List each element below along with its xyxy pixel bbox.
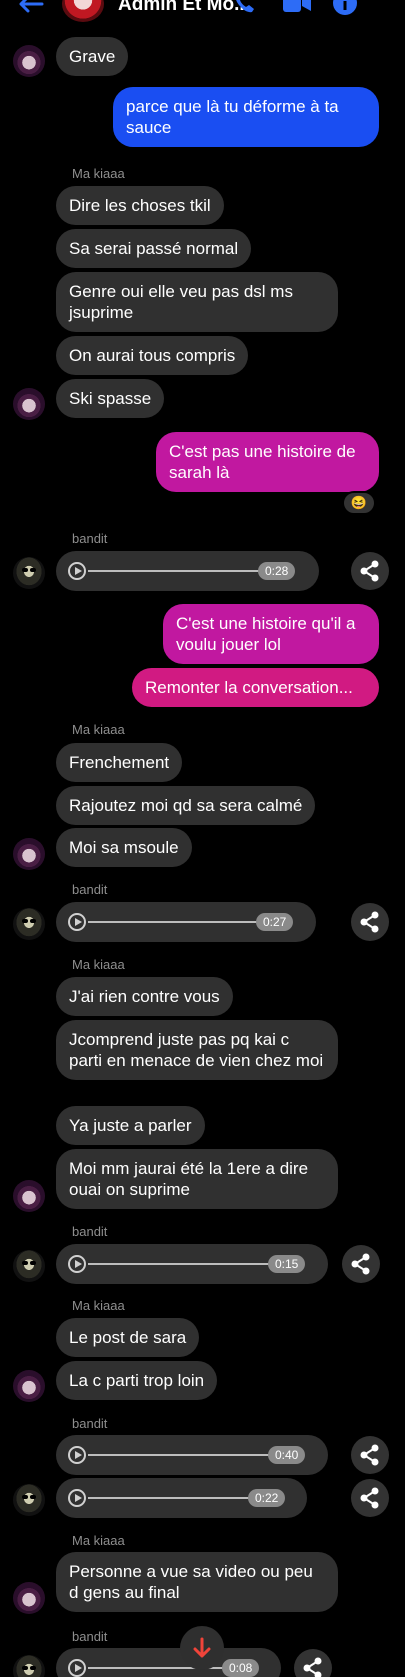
message-bubble-outgoing[interactable]: parce que là tu déforme à ta sauce	[113, 87, 379, 147]
message-bubble[interactable]: Dire les choses tkil	[56, 186, 224, 225]
sender-name: bandit	[72, 882, 108, 897]
message-bubble-outgoing[interactable]: C'est une histoire qu'il a voulu jouer l…	[163, 604, 379, 664]
sender-name: bandit	[72, 1224, 108, 1239]
scroll-up-button[interactable]: Remonter la conversation...	[132, 668, 379, 707]
message-bubble[interactable]: Genre oui elle veu pas dsl ms jsuprime	[56, 272, 338, 332]
audio-duration: 0:40	[268, 1446, 306, 1464]
audio-progress-track[interactable]	[88, 1454, 276, 1456]
audio-duration: 0:22	[248, 1489, 286, 1507]
sender-name: bandit	[72, 1629, 108, 1644]
sender-name: bandit	[72, 531, 108, 546]
avatar[interactable]	[13, 1370, 45, 1402]
message-bubble-outgoing[interactable]: C'est pas une histoire de sarah là	[156, 432, 379, 492]
scroll-to-bottom-button[interactable]	[180, 1626, 224, 1670]
message-bubble[interactable]: Grave	[56, 37, 129, 76]
chat-title[interactable]: Admin Et Mo...	[118, 0, 250, 16]
message-bubble[interactable]: J'ai rien contre vous	[56, 977, 233, 1016]
message-bubble[interactable]: Moi sa msoule	[56, 828, 192, 867]
share-icon	[351, 1253, 370, 1275]
sender-name: Ma kiaaa	[72, 957, 125, 972]
share-button[interactable]	[351, 552, 389, 590]
share-icon	[360, 560, 379, 582]
audio-message[interactable]: 0:15	[56, 1244, 328, 1284]
play-icon[interactable]	[68, 1255, 86, 1273]
share-icon	[360, 911, 379, 933]
reaction-badge[interactable]: 😆	[342, 491, 376, 515]
play-icon[interactable]	[68, 562, 86, 580]
avatar[interactable]	[13, 908, 45, 940]
share-icon	[303, 1657, 322, 1677]
sender-name: Ma kiaaa	[72, 1298, 125, 1313]
avatar[interactable]	[13, 1250, 45, 1282]
audio-duration: 0:27	[256, 913, 294, 931]
message-bubble[interactable]: Rajoutez moi qd sa sera calmé	[56, 786, 316, 825]
audio-progress-track[interactable]	[88, 1263, 276, 1265]
message-bubble[interactable]: Sa serai passé normal	[56, 229, 252, 268]
arrow-down-icon	[193, 1637, 211, 1658]
audio-message[interactable]: 0:22	[56, 1478, 307, 1518]
avatar[interactable]	[13, 388, 45, 420]
message-bubble[interactable]: Moi mm jaurai été la 1ere a dire ouai on…	[56, 1149, 338, 1209]
message-bubble[interactable]: Jcomprend juste pas pq kai c parti en me…	[56, 1020, 338, 1080]
audio-progress-track[interactable]	[88, 570, 268, 572]
share-button[interactable]	[342, 1245, 380, 1283]
message-bubble[interactable]: Ya juste a parler	[56, 1106, 205, 1145]
sender-name: bandit	[72, 1416, 108, 1431]
share-button[interactable]	[351, 903, 389, 941]
audio-message[interactable]: 0:28	[56, 551, 319, 591]
play-icon[interactable]	[68, 1489, 86, 1507]
message-bubble[interactable]: Le post de sara	[56, 1318, 200, 1357]
avatar[interactable]	[13, 1582, 45, 1614]
play-icon[interactable]	[68, 1446, 86, 1464]
info-icon[interactable]	[332, 0, 358, 16]
avatar[interactable]	[13, 45, 45, 77]
message-bubble[interactable]: Frenchement	[56, 743, 183, 782]
audio-message[interactable]: 0:08	[56, 1648, 281, 1677]
message-bubble[interactable]: La c parti trop loin	[56, 1361, 218, 1400]
share-button[interactable]	[351, 1479, 389, 1517]
avatar[interactable]	[13, 1655, 45, 1677]
audio-duration: 0:08	[222, 1659, 260, 1677]
share-icon	[360, 1487, 379, 1509]
audio-message[interactable]: 0:40	[56, 1435, 328, 1475]
audio-progress-track[interactable]	[88, 921, 266, 923]
phone-call-icon[interactable]	[232, 0, 258, 16]
chat-header: Admin Et Mo...	[0, 0, 405, 22]
share-icon	[360, 1444, 379, 1466]
audio-duration: 0:15	[268, 1255, 306, 1273]
audio-progress-track[interactable]	[88, 1497, 256, 1499]
share-button[interactable]	[294, 1649, 332, 1677]
audio-message[interactable]: 0:27	[56, 902, 316, 942]
avatar[interactable]	[13, 1484, 45, 1516]
avatar[interactable]	[13, 557, 45, 589]
audio-duration: 0:28	[258, 562, 296, 580]
sender-name: Ma kiaaa	[72, 166, 125, 181]
message-bubble[interactable]: Ski spasse	[56, 379, 165, 418]
message-bubble[interactable]: Personne a vue sa video ou peu d gens au…	[56, 1552, 338, 1612]
play-icon[interactable]	[68, 1659, 86, 1677]
share-button[interactable]	[351, 1436, 389, 1474]
avatar[interactable]	[13, 1180, 45, 1212]
back-arrow-icon[interactable]	[16, 0, 44, 14]
sender-name: Ma kiaaa	[72, 1533, 125, 1548]
sender-name: Ma kiaaa	[72, 722, 125, 737]
play-icon[interactable]	[68, 913, 86, 931]
avatar[interactable]	[13, 838, 45, 870]
video-call-icon[interactable]	[282, 0, 312, 14]
message-bubble[interactable]: On aurai tous compris	[56, 336, 249, 375]
group-avatar[interactable]	[62, 0, 104, 22]
